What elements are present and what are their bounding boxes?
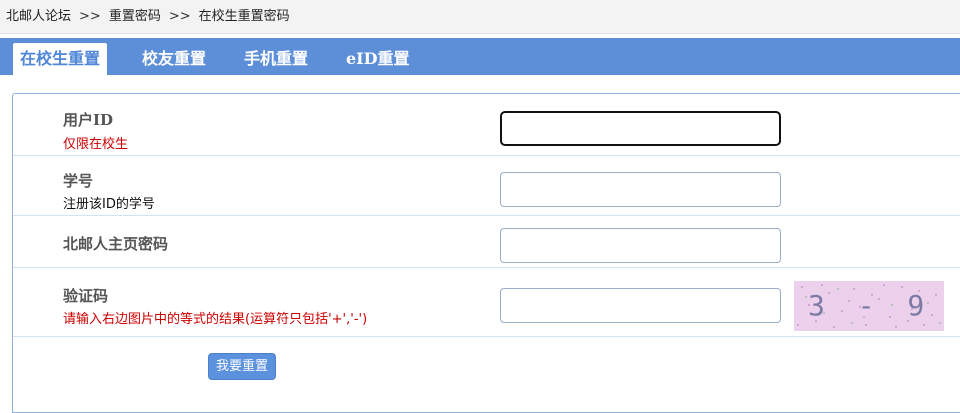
tab-eid-reset[interactable]: eID重置: [346, 43, 410, 75]
breadcrumb-separator: >>: [168, 9, 191, 24]
userid-hint: 仅限在校生: [63, 137, 129, 152]
homepage-password-input[interactable]: [500, 228, 781, 263]
captcha-input[interactable]: [500, 288, 781, 323]
breadcrumb-separator: >>: [79, 9, 101, 24]
homepage-password-label: 北邮人主页密码: [63, 235, 169, 253]
reset-tab-bar: 在校生重置 校友重置 手机重置 eID重置: [0, 38, 960, 75]
captcha-image[interactable]: 3 - 9 =: [794, 281, 944, 331]
submit-reset-button[interactable]: 我要重置: [208, 353, 276, 380]
captcha-equation: 3 - 9 =: [808, 289, 944, 322]
student-no-label: 学号: [63, 172, 94, 190]
form-row-student-no: 学号 注册该ID的学号: [13, 156, 960, 216]
tab-phone-reset[interactable]: 手机重置: [244, 43, 308, 75]
student-no-hint: 注册该ID的学号: [63, 197, 155, 212]
captcha-label: 验证码: [63, 287, 109, 305]
tab-alumni-reset[interactable]: 校友重置: [142, 43, 206, 75]
form-row-userid: 用户ID 仅限在校生: [13, 94, 960, 156]
breadcrumb-home-link[interactable]: 北邮人论坛: [6, 9, 71, 24]
reset-form: 用户ID 仅限在校生 学号 注册该ID的学号 北邮人主页密码 验证码 请输入右边…: [12, 93, 960, 413]
breadcrumb-current: 在校生重置密码: [198, 9, 290, 24]
userid-label: 用户ID: [63, 111, 114, 129]
breadcrumb-reset-password-link[interactable]: 重置密码: [109, 9, 161, 24]
userid-input[interactable]: [500, 111, 781, 146]
form-row-homepage-password: 北邮人主页密码: [13, 216, 960, 268]
student-no-input[interactable]: [500, 172, 781, 207]
captcha-hint: 请输入右边图片中的等式的结果(运算符只包括'+','-'): [63, 312, 368, 327]
tab-student-reset[interactable]: 在校生重置: [13, 43, 108, 75]
breadcrumb: 北邮人论坛 >> 重置密码 >> 在校生重置密码: [0, 0, 960, 34]
